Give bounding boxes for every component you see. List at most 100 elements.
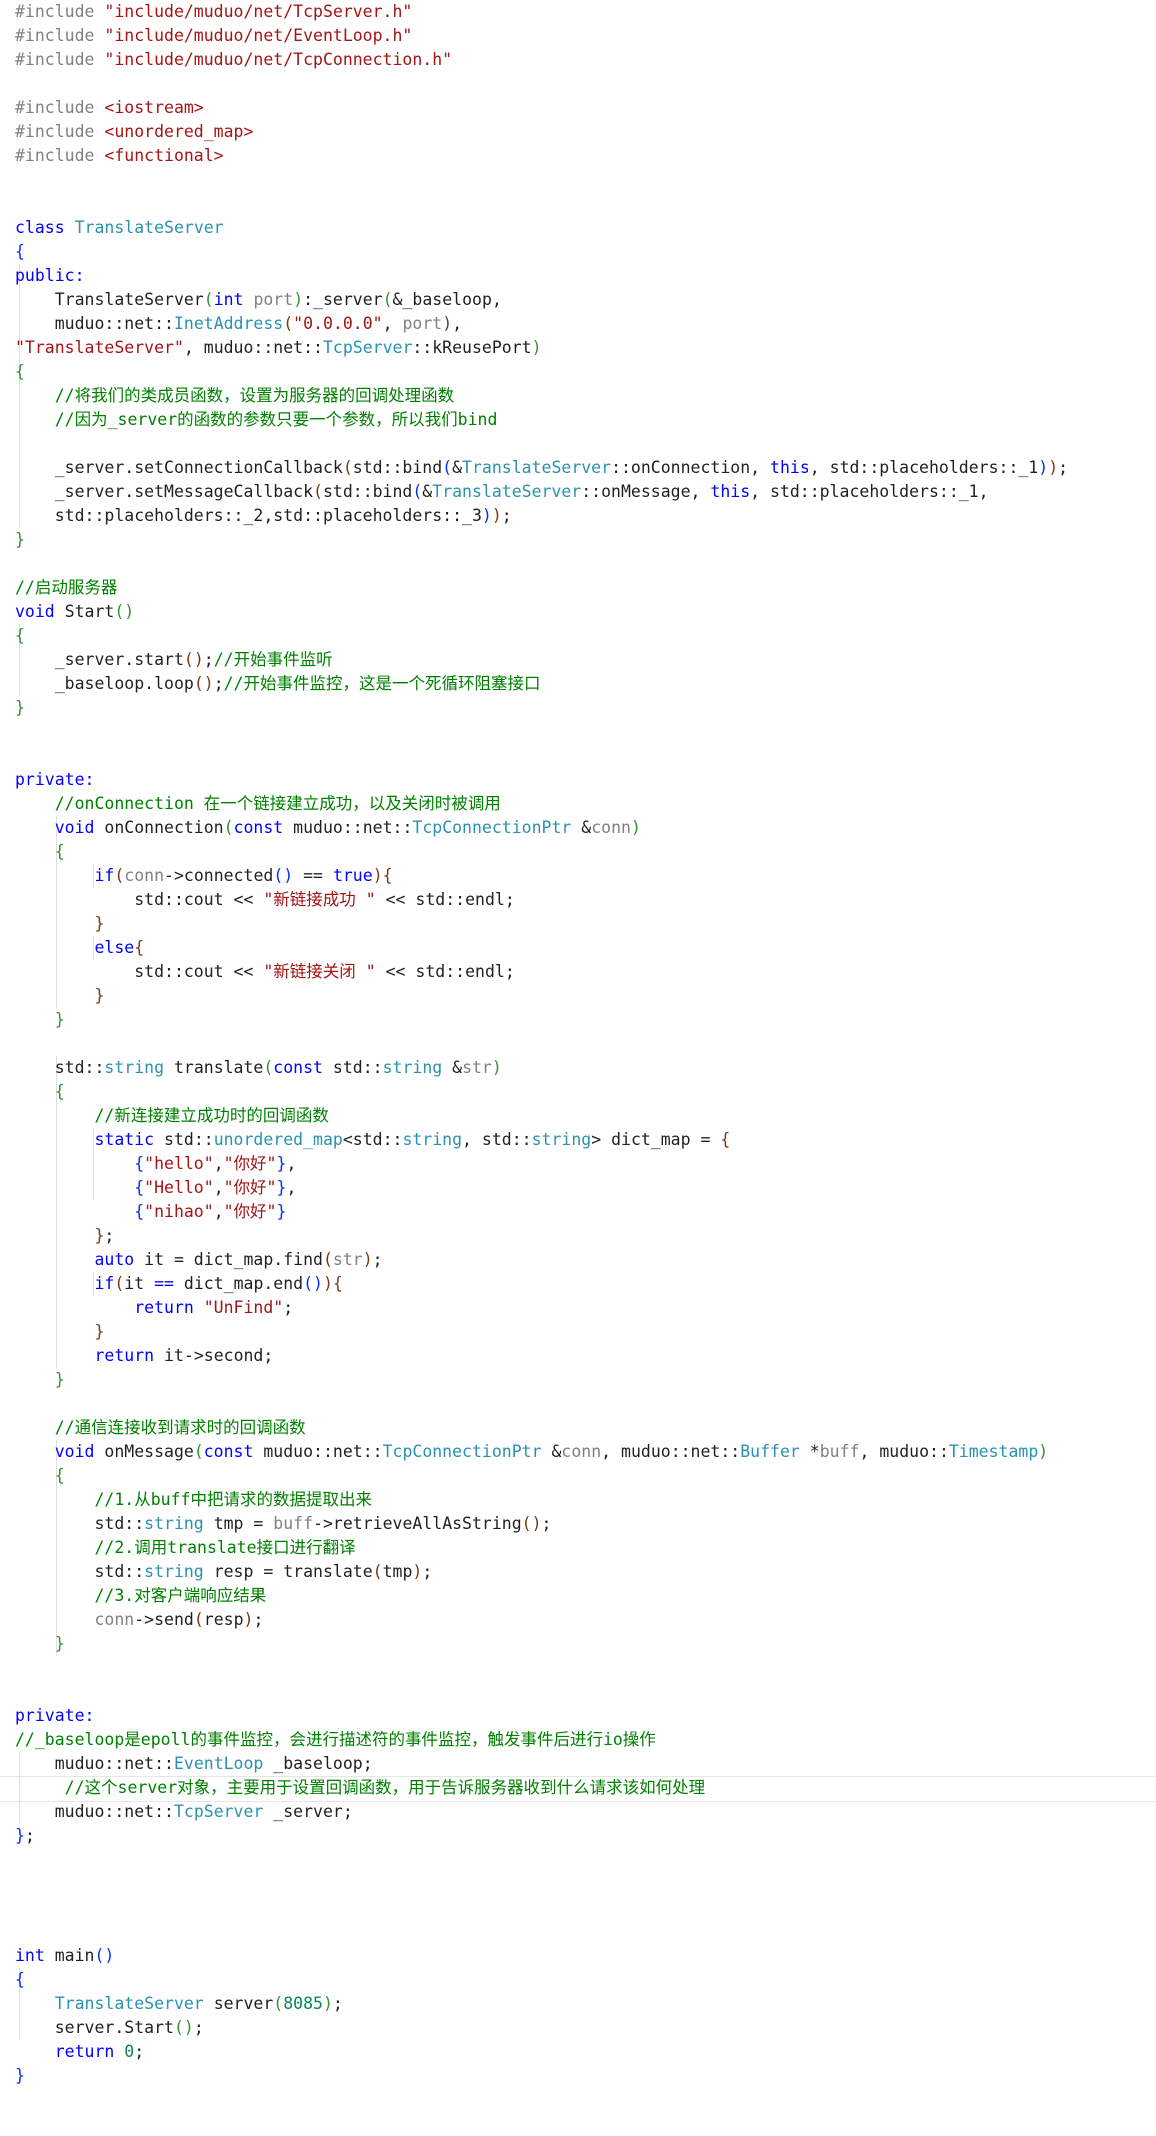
code-token: ()	[94, 1946, 115, 1965]
code-line[interactable]: _server.setMessageCallback(std::bind(&Tr…	[15, 480, 989, 504]
code-line[interactable]: private:	[15, 768, 94, 792]
code-token: void	[15, 818, 105, 837]
code-line[interactable]: //因为_server的函数的参数只要一个参数，所以我们bind	[15, 408, 498, 432]
code-token: //将我们的类成员函数，设置为服务器的回调处理函数	[15, 386, 455, 405]
code-line[interactable]: #include "include/muduo/net/TcpConnectio…	[15, 48, 452, 72]
code-line[interactable]: //3.对客户端响应结果	[15, 1584, 266, 1608]
code-token: )	[1048, 458, 1059, 477]
code-line[interactable]: std::string tmp = buff->retrieveAllAsStr…	[15, 1512, 551, 1536]
code-line[interactable]: int main()	[15, 1944, 114, 1968]
code-line[interactable]: "TranslateServer", muduo::net::TcpServer…	[15, 336, 542, 360]
code-line[interactable]: }	[15, 1368, 65, 1392]
code-token: EventLoop	[173, 1754, 274, 1773]
code-line[interactable]: #include "include/muduo/net/TcpServer.h"	[15, 0, 412, 24]
code-token: std::cout	[15, 962, 234, 981]
code-token: #include	[15, 50, 105, 69]
code-line[interactable]: {	[15, 840, 65, 864]
code-editor[interactable]: #include "include/muduo/net/TcpServer.h"…	[0, 0, 1156, 2136]
code-line[interactable]: {"hello","你好"},	[15, 1152, 296, 1176]
code-line[interactable]: }	[15, 1632, 65, 1656]
code-token: (	[193, 1442, 204, 1461]
code-token: it	[124, 1274, 155, 1293]
code-token: //因为_server的函数的参数只要一个参数，所以我们bind	[15, 410, 498, 429]
code-line[interactable]: //将我们的类成员函数，设置为服务器的回调处理函数	[15, 384, 454, 408]
code-line[interactable]: //_baseloop是epoll的事件监控，会进行描述符的事件监控，触发事件后…	[15, 1728, 656, 1752]
code-token: (	[342, 458, 353, 477]
code-line[interactable]: #include <functional>	[15, 144, 224, 168]
code-line[interactable]: };	[15, 1224, 114, 1248]
code-token: dict_map.end	[173, 1274, 304, 1293]
code-token: (	[273, 1994, 284, 2013]
code-line[interactable]: else{	[15, 936, 144, 960]
code-line[interactable]: _baseloop.loop();//开始事件监控，这是一个死循环阻塞接口	[15, 672, 541, 696]
code-line[interactable]: TranslateServer(int port):_server(&_base…	[15, 288, 502, 312]
code-token: ;	[134, 2042, 145, 2061]
code-line[interactable]: #include <iostream>	[15, 96, 204, 120]
code-line[interactable]: static std::unordered_map<std::string, s…	[15, 1128, 730, 1152]
code-line[interactable]: void onMessage(const muduo::net::TcpConn…	[15, 1440, 1048, 1464]
code-token: {	[15, 1466, 65, 1485]
code-token: ;	[283, 1298, 294, 1317]
code-line[interactable]: muduo::net::InetAddress("0.0.0.0", port)…	[15, 312, 462, 336]
code-line[interactable]: std::string resp = translate(tmp);	[15, 1560, 432, 1584]
code-line[interactable]: TranslateServer server(8085);	[15, 1992, 343, 2016]
code-line[interactable]: //通信连接收到请求时的回调函数	[15, 1416, 306, 1440]
code-line[interactable]: return it->second;	[15, 1344, 273, 1368]
code-line[interactable]: }	[15, 1008, 65, 1032]
code-line[interactable]: //启动服务器	[15, 576, 117, 600]
code-line[interactable]: conn->send(resp);	[15, 1608, 263, 1632]
code-line[interactable]: std::cout << "新链接关闭 " << std::endl;	[15, 960, 515, 984]
code-line[interactable]: {	[15, 1464, 65, 1488]
code-line[interactable]: #include <unordered_map>	[15, 120, 253, 144]
code-line[interactable]: {"nihao","你好"}	[15, 1200, 286, 1224]
code-line[interactable]: public:	[15, 264, 85, 288]
code-line[interactable]: if(conn->connected() == true){	[15, 864, 392, 888]
code-token: ::kReusePort	[412, 338, 532, 357]
code-token: retrieveAllAsString	[332, 1514, 522, 1533]
code-line[interactable]: server.Start();	[15, 2016, 204, 2040]
code-token: }	[15, 2066, 25, 2085]
code-token: , muduo::net::	[183, 338, 323, 357]
code-line[interactable]: if(it == dict_map.end()){	[15, 1272, 342, 1296]
code-line[interactable]: }	[15, 2064, 25, 2088]
code-line[interactable]: std::placeholders::_2,std::placeholders:…	[15, 504, 512, 528]
code-line[interactable]: }	[15, 1320, 104, 1344]
code-line[interactable]: //新连接建立成功时的回调函数	[15, 1104, 328, 1128]
code-line[interactable]: return 0;	[15, 2040, 144, 2064]
code-line[interactable]: //2.调用translate接口进行翻译	[15, 1536, 355, 1560]
code-line[interactable]: void onConnection(const muduo::net::TcpC…	[15, 816, 641, 840]
code-line[interactable]: //1.从buff中把请求的数据提取出来	[15, 1488, 371, 1512]
code-line[interactable]: _server.start();//开始事件监听	[15, 648, 333, 672]
code-token: std::cout	[15, 890, 234, 909]
code-token: <<	[375, 962, 406, 981]
code-line[interactable]: class TranslateServer	[15, 216, 224, 240]
code-line[interactable]: muduo::net::EventLoop _baseloop;	[15, 1752, 373, 1776]
code-line[interactable]: {	[15, 360, 25, 384]
code-line[interactable]: //这个server对象，主要用于设置回调函数，用于告诉服务器收到什么请求该如何…	[15, 1776, 705, 1800]
code-token: )	[630, 818, 641, 837]
code-line[interactable]: }	[15, 912, 104, 936]
code-line[interactable]: void Start()	[15, 600, 134, 624]
code-token: "你好"	[223, 1202, 277, 1221]
code-line[interactable]: //onConnection 在一个链接建立成功，以及关闭时被调用	[15, 792, 501, 816]
code-line[interactable]: };	[15, 1824, 35, 1848]
code-line[interactable]: std::cout << "新链接成功 " << std::endl;	[15, 888, 515, 912]
code-token: ()	[193, 674, 214, 693]
code-line[interactable]: std::string translate(const std::string …	[15, 1056, 502, 1080]
code-line[interactable]: {	[15, 1968, 25, 1992]
code-line[interactable]: return "UnFind";	[15, 1296, 293, 1320]
code-line[interactable]: _server.setConnectionCallback(std::bind(…	[15, 456, 1068, 480]
code-line[interactable]: }	[15, 696, 25, 720]
code-token: }	[276, 1178, 287, 1197]
code-line[interactable]: private:	[15, 1704, 94, 1728]
code-line[interactable]: {	[15, 624, 25, 648]
code-line[interactable]: }	[15, 984, 104, 1008]
code-line[interactable]: {	[15, 1080, 65, 1104]
code-line[interactable]: }	[15, 528, 25, 552]
code-line[interactable]: {	[15, 240, 25, 264]
code-line[interactable]: muduo::net::TcpServer _server;	[15, 1800, 353, 1824]
code-line[interactable]: {"Hello","你好"},	[15, 1176, 296, 1200]
code-token: }	[15, 1226, 105, 1245]
code-line[interactable]: auto it = dict_map.find(str);	[15, 1248, 382, 1272]
code-line[interactable]: #include "include/muduo/net/EventLoop.h"	[15, 24, 412, 48]
